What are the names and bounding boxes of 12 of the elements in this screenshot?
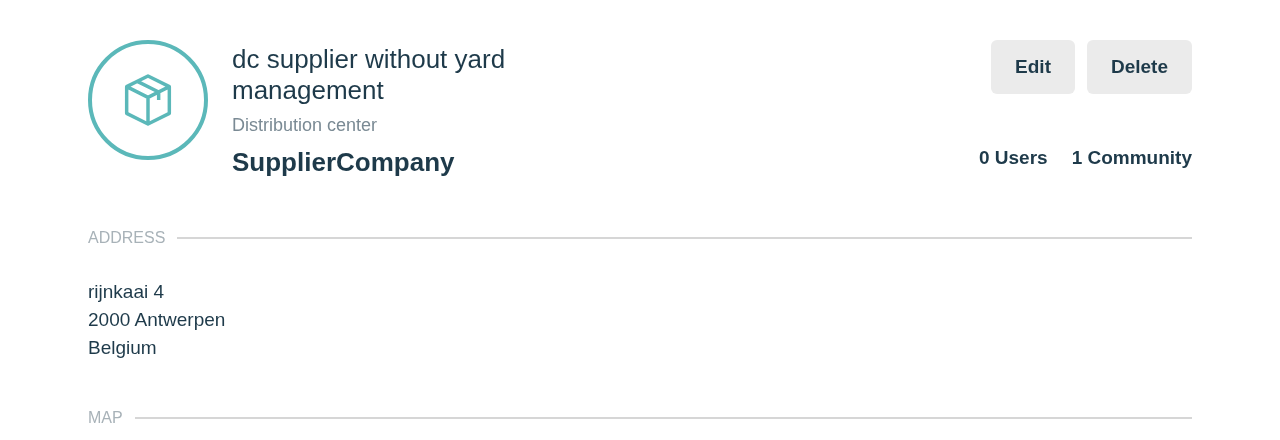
address-line: rijnkaai 4: [88, 280, 166, 304]
address-line: Belgium: [88, 336, 158, 360]
edit-button[interactable]: Edit: [991, 40, 1075, 94]
location-type: Distribution center: [232, 114, 379, 137]
section-heading: ADDRESS: [88, 228, 166, 248]
location-name: dc supplier without yard management: [232, 44, 507, 106]
stat-count: 0 Users: [978, 146, 1048, 170]
stat-count: 1 Community: [1071, 146, 1192, 170]
address-line: 2000 Antwerpen: [88, 308, 227, 332]
delete-button[interactable]: Delete: [1086, 40, 1192, 94]
section-heading: MAP: [88, 408, 123, 428]
company-name: SupplierCompany: [232, 146, 456, 179]
